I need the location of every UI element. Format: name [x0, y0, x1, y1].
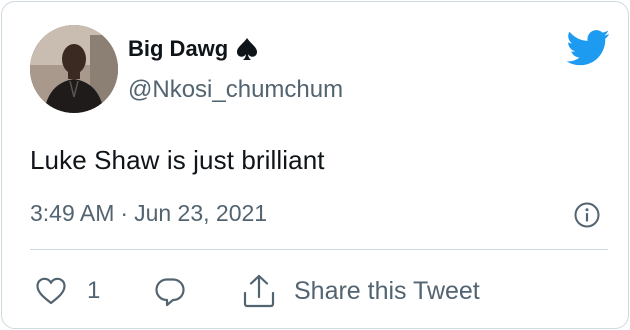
info-icon[interactable] [573, 201, 601, 229]
share-label: Share this Tweet [294, 276, 480, 305]
meta-separator: · [120, 200, 129, 226]
share-icon [243, 274, 275, 308]
twitter-bird-icon[interactable] [566, 29, 610, 67]
like-count: 1 [87, 277, 101, 304]
tweet-timestamp[interactable]: 3:49 AM · Jun 23, 2021 [30, 200, 267, 227]
action-bar: 1 Share this Tweet [2, 264, 630, 320]
share-button[interactable]: Share this Tweet [242, 273, 480, 309]
spade-icon [237, 38, 258, 60]
reply-button[interactable] [154, 276, 186, 308]
divider [30, 249, 608, 250]
user-handle[interactable]: @Nkosi_chumchum [128, 76, 343, 104]
tweet-card[interactable]: Big Dawg @Nkosi_chumchum Luke Shaw is ju… [1, 1, 629, 329]
reply-icon [155, 278, 185, 307]
avatar[interactable] [30, 25, 118, 113]
tweet-text: Luke Shaw is just brilliant [30, 145, 325, 175]
avatar-photo [30, 25, 118, 113]
heart-icon [36, 277, 66, 305]
tweet-time[interactable]: 3:49 AM [30, 200, 114, 226]
display-name[interactable]: Big Dawg [128, 36, 228, 62]
tweet-date[interactable]: Jun 23, 2021 [134, 200, 267, 226]
like-button[interactable]: 1 [35, 276, 100, 306]
author-name-row[interactable]: Big Dawg [128, 36, 258, 62]
